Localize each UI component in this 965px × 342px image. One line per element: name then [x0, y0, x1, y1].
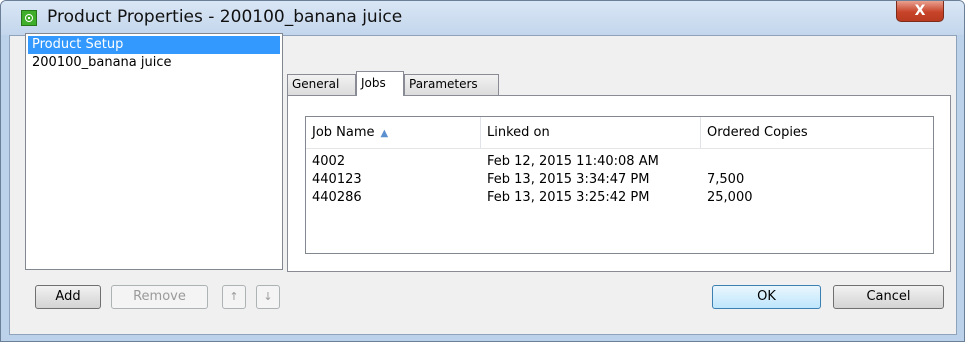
cell-ordered-copies: 25,000 — [707, 190, 753, 205]
ok-button[interactable]: OK — [712, 285, 821, 309]
add-button[interactable]: Add — [35, 285, 101, 309]
move-up-button[interactable]: ↑ — [222, 285, 246, 309]
cell-linked-on: Feb 13, 2015 3:25:42 PM — [487, 190, 650, 205]
cell-job-name: 440286 — [312, 190, 362, 205]
column-header-job-name[interactable]: Job Name ▲ — [306, 117, 481, 148]
jobs-table[interactable]: Job Name ▲ Linked on Ordered Copies 4002 … — [305, 116, 934, 254]
cancel-button[interactable]: Cancel — [833, 285, 944, 309]
tab-general[interactable]: General — [287, 74, 356, 95]
product-icon — [21, 10, 37, 26]
sort-ascending-icon: ▲ — [380, 128, 389, 139]
cell-job-name: 4002 — [312, 154, 346, 169]
cell-job-name: 440123 — [312, 172, 362, 187]
product-properties-window: Product Properties - 200100_banana juice… — [0, 0, 965, 342]
list-item-banana-juice[interactable]: 200100_banana juice — [28, 54, 280, 72]
remove-button[interactable]: Remove — [111, 285, 208, 309]
cell-linked-on: Feb 12, 2015 11:40:08 AM — [487, 154, 659, 169]
move-down-button[interactable]: ↓ — [256, 285, 280, 309]
column-header-ordered-copies[interactable]: Ordered Copies — [701, 117, 931, 148]
arrow-up-icon: ↑ — [229, 290, 239, 303]
close-button[interactable]: X — [896, 1, 944, 22]
list-item-product-setup[interactable]: Product Setup — [28, 36, 280, 54]
tab-jobs[interactable]: Jobs — [356, 71, 404, 96]
cell-linked-on: Feb 13, 2015 3:34:47 PM — [487, 172, 650, 187]
arrow-down-icon: ↓ — [263, 290, 273, 303]
tab-parameters[interactable]: Parameters — [404, 74, 499, 95]
column-header-linked-on[interactable]: Linked on — [481, 117, 701, 148]
product-list[interactable]: Product Setup 200100_banana juice — [25, 33, 283, 270]
window-title: Product Properties - 200100_banana juice — [47, 7, 403, 27]
cell-ordered-copies: 7,500 — [707, 172, 745, 187]
title-bar[interactable]: Product Properties - 200100_banana juice… — [1, 1, 964, 35]
tab-panel-jobs: Job Name ▲ Linked on Ordered Copies 4002 … — [287, 95, 951, 272]
header-divider — [306, 148, 933, 149]
